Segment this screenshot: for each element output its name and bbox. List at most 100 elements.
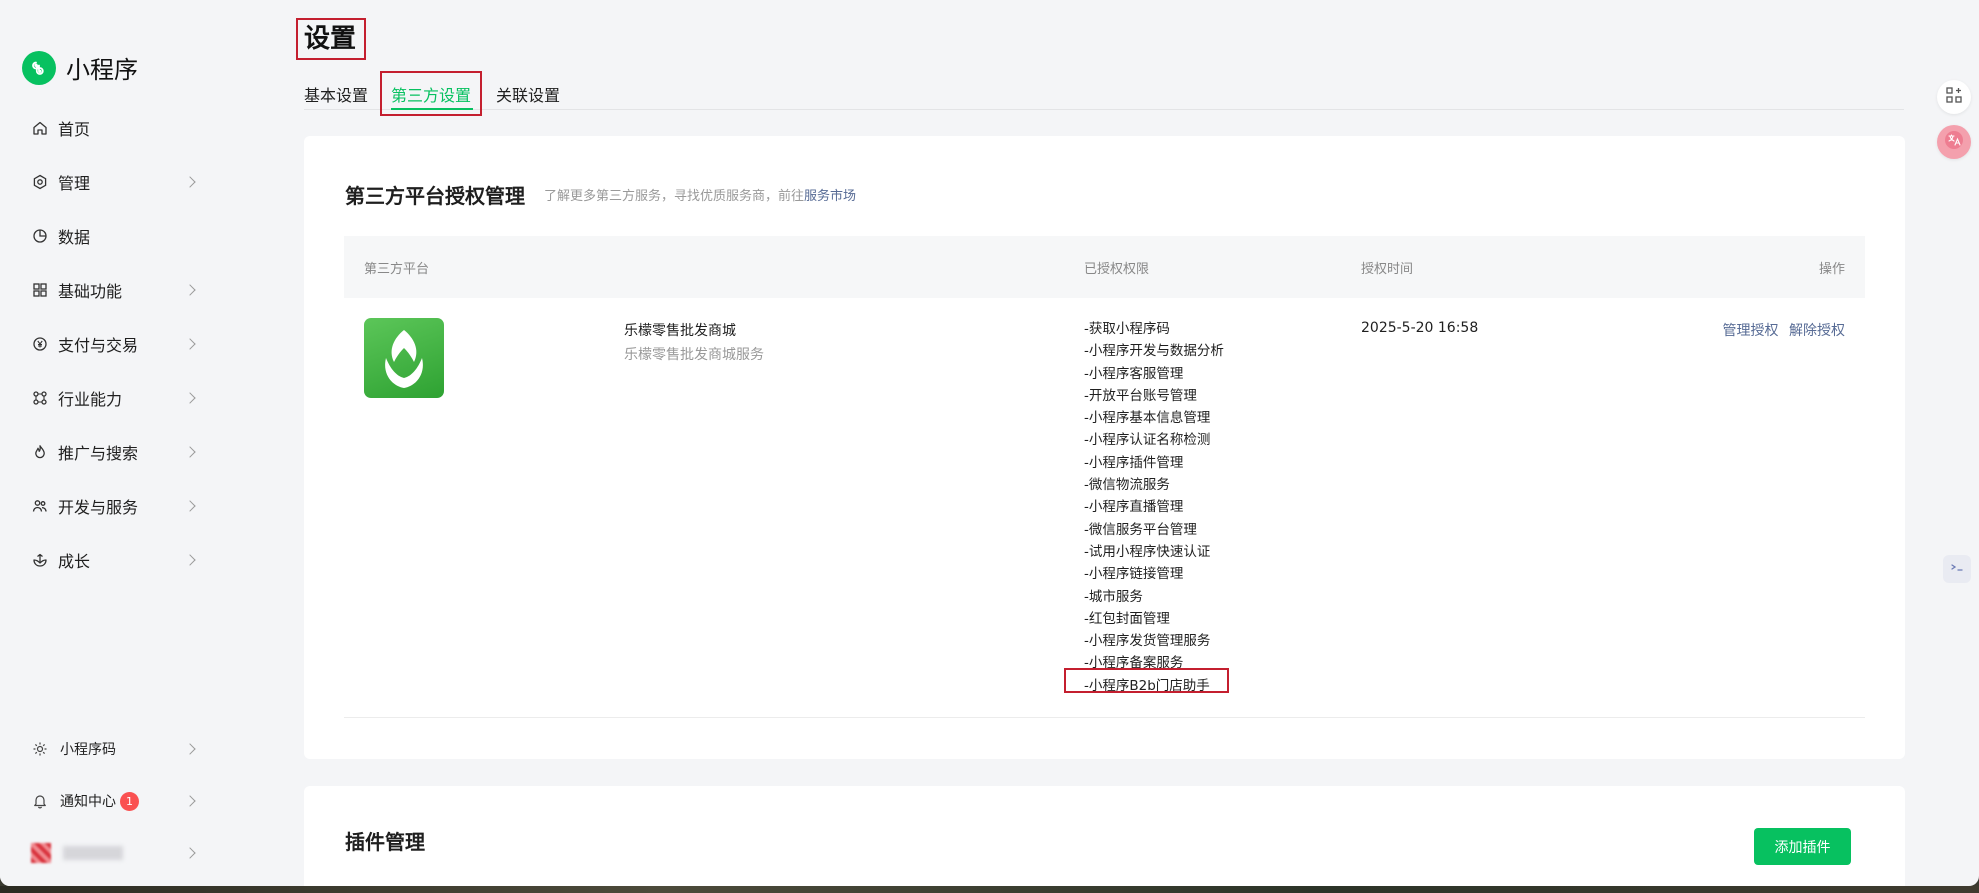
sidebar-item-label: 支付与交易 [58,336,139,355]
add-plugin-button[interactable]: 添加插件 [1754,828,1851,865]
sidebar-item-label: 成长 [58,552,91,571]
translate-button[interactable] [1937,125,1971,159]
permission-list: -获取小程序码 -小程序开发与数据分析 -小程序客服管理 -开放平台账号管理 -… [1084,318,1224,697]
home-icon [31,119,49,137]
translate-icon [1944,130,1964,154]
table-row: 乐檬零售批发商城 乐檬零售批发商城服务 -获取小程序码 -小程序开发与数据分析 … [344,298,1865,718]
tab-linked-settings[interactable]: 关联设置 [496,82,560,106]
plugin-management-card: 插件管理 添加插件 [304,786,1905,886]
desktop-background-strip [0,886,1979,893]
sidebar-bottom: 小程序码 通知中心 1 [0,723,230,879]
nodes-icon [31,389,49,407]
auth-time: 2025-5-20 16:58 [1361,320,1479,336]
permission-item: -城市服务 [1084,588,1143,605]
settings-hexagon-icon [31,173,49,191]
logo[interactable]: 小程序 [22,50,138,85]
chevron-right-icon [184,284,196,296]
avatar [31,843,51,863]
code-chat-icon [1949,562,1965,577]
sidebar-item-label: 开发与服务 [58,498,139,517]
highlight-box-permission [1064,668,1229,693]
permission-item: -微信服务平台管理 [1084,521,1197,538]
chevron-right-icon [184,795,196,807]
column-header-actions: 操作 [1818,262,1845,277]
permission-item: -小程序认证名称检测 [1084,432,1211,449]
permission-item: -开放平台账号管理 [1084,387,1197,404]
widget-toolbar-button[interactable] [1937,80,1971,114]
sidebar-item-payment[interactable]: 支付与交易 [0,317,230,371]
sidebar-item-promotion[interactable]: 推广与搜索 [0,425,230,479]
permission-item: -小程序客服管理 [1084,365,1184,382]
permission-item: -小程序直播管理 [1084,499,1184,516]
permission-item: -小程序开发与数据分析 [1084,343,1224,360]
permission-item: -试用小程序快速认证 [1084,543,1211,560]
apps-add-icon [1945,86,1963,108]
column-header-permissions: 已授权权限 [1084,262,1150,277]
bell-icon [31,792,49,810]
sidebar-item-notifications[interactable]: 通知中心 1 [0,775,230,827]
sidebar-item-industry[interactable]: 行业能力 [0,371,230,425]
revoke-auth-link[interactable]: 解除授权 [1789,323,1845,339]
main-content: 设置 基本设置 第三方设置 关联设置 第三方平台授权管理 了解更多第三方服务，寻… [230,0,1920,886]
sidebar-item-manage[interactable]: 管理 [0,155,230,209]
chevron-right-icon [184,847,196,859]
app-window: 小程序 首页 管理 数据 基础功能 支付与交易 行业能力 推广与搜索 开发与服务… [0,0,1979,886]
third-party-description: 乐檬零售批发商城服务 [624,347,764,363]
chevron-right-icon [184,338,196,350]
permission-item: -小程序链接管理 [1084,566,1184,583]
yuan-coin-icon [31,335,49,353]
chevron-right-icon [184,743,196,755]
sun-code-icon [31,740,49,758]
chevron-right-icon [184,500,196,512]
sidebar-nav: 首页 管理 数据 基础功能 支付与交易 行业能力 推广与搜索 开发与服务 成长 [0,101,230,587]
sidebar-item-growth[interactable]: 成长 [0,533,230,587]
third-party-name: 乐檬零售批发商城 [624,323,736,339]
row-actions: 管理授权 解除授权 [1717,320,1845,340]
pie-chart-icon [31,227,49,245]
app-name: 小程序 [66,56,138,84]
third-party-auth-card: 第三方平台授权管理 了解更多第三方服务，寻找优质服务商，前往服务市场 第三方平台… [304,136,1905,759]
mini-program-logo-icon [22,50,56,85]
page-title: 设置 [296,18,367,60]
permission-item: -红包封面管理 [1084,610,1170,627]
chevron-right-icon [184,446,196,458]
sidebar: 小程序 首页 管理 数据 基础功能 支付与交易 行业能力 推广与搜索 开发与服务… [0,0,230,886]
sidebar-item-label: 推广与搜索 [58,444,139,463]
permission-item: -小程序插件管理 [1084,454,1184,471]
chevron-right-icon [184,554,196,566]
people-icon [31,497,49,515]
sidebar-item-label: 行业能力 [58,390,123,409]
third-party-app-logo [364,318,444,398]
notification-count-badge: 1 [120,791,139,811]
tab-basic-settings[interactable]: 基本设置 [304,82,368,106]
section-subtitle: 了解更多第三方服务，寻找优质服务商，前往服务市场 [544,185,856,204]
column-header-platform: 第三方平台 [364,262,430,277]
permission-item: -获取小程序码 [1084,321,1170,337]
side-assistant-button[interactable] [1943,555,1971,583]
sidebar-item-label: 首页 [58,120,91,139]
subtitle-text: 了解更多第三方服务，寻找优质服务商，前往 [544,189,805,204]
sidebar-item-dev-services[interactable]: 开发与服务 [0,479,230,533]
sidebar-item-label: 基础功能 [58,282,123,301]
chevron-right-icon [184,392,196,404]
section-title: 插件管理 [345,830,425,854]
sidebar-item-basic-features[interactable]: 基础功能 [0,263,230,317]
settings-tabs: 基本设置 第三方设置 关联设置 [304,71,1904,116]
sidebar-item-account[interactable] [0,827,230,879]
service-market-link[interactable]: 服务市场 [804,189,856,204]
sidebar-item-data[interactable]: 数据 [0,209,230,263]
chevron-right-icon [184,176,196,188]
account-name-redacted [63,846,123,860]
sidebar-item-label: 小程序码 [60,742,116,758]
sidebar-item-qrcode[interactable]: 小程序码 [0,723,230,775]
permission-item: -小程序发货管理服务 [1084,633,1211,650]
sidebar-item-home[interactable]: 首页 [0,101,230,155]
permission-item: -小程序基本信息管理 [1084,410,1211,427]
column-header-auth-time: 授权时间 [1361,262,1414,277]
grid-icon [31,281,49,299]
section-title: 第三方平台授权管理 [345,184,525,208]
permission-item: -微信物流服务 [1084,477,1170,494]
manage-auth-link[interactable]: 管理授权 [1723,323,1779,339]
sidebar-item-label: 管理 [58,174,91,193]
table-header: 第三方平台 已授权权限 授权时间 操作 [344,236,1865,298]
